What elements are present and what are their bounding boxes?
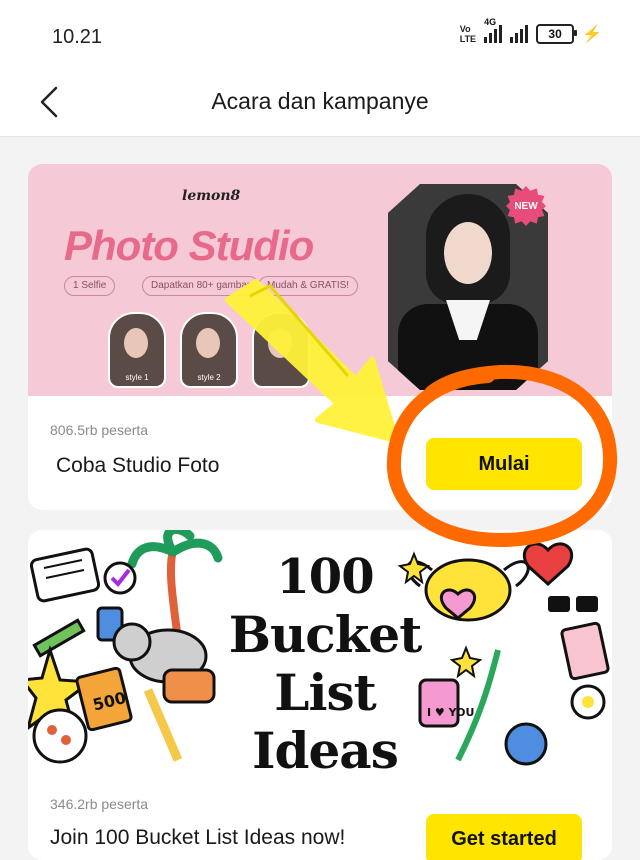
signal-bars-icon <box>484 25 503 43</box>
style-thumbnail <box>252 312 310 388</box>
banner-pill: Mudah & GRATIS! <box>258 276 359 296</box>
banner-headline: 100 Bucket List Ideas <box>228 549 423 770</box>
status-icons: Vo LTE 4G 30 ⚡ <box>459 17 602 44</box>
banner-headline: Photo Studio <box>64 222 314 269</box>
campaign-title: Coba Studio Foto <box>56 454 220 477</box>
banner-pill: 1 Selfie <box>64 276 116 296</box>
style-thumbnail: style 2 <box>180 312 238 388</box>
campaign-banner-bucket-list[interactable]: 500 I ♥ YOU 100 Bucket List Ideas <box>28 530 612 770</box>
start-button[interactable]: Mulai <box>426 438 582 490</box>
style-thumbnail: style 1 <box>108 312 166 388</box>
status-time: 10.21 <box>52 26 103 48</box>
lemon8-logo: lemon8 <box>182 188 241 204</box>
charging-bolt-icon: ⚡ <box>582 26 602 43</box>
volte-icon: Vo LTE <box>459 24 477 44</box>
app-bar: Acara dan kampanye <box>0 72 640 137</box>
get-started-button[interactable]: Get started <box>426 814 582 860</box>
signal-bars-icon <box>510 25 529 43</box>
campaign-title: Join 100 Bucket List Ideas now! <box>50 826 346 849</box>
page-title: Acara dan kampanye <box>211 88 429 114</box>
status-bar: 10.21 Vo LTE 4G 30 ⚡ <box>0 0 640 72</box>
participant-count: 346.2rb peserta <box>50 796 149 812</box>
battery-icon: 30 <box>536 24 578 44</box>
banner-pill: Dapatkan 80+ gambar <box>142 276 260 296</box>
campaign-banner-photo-studio[interactable]: lemon8 Photo Studio 1 Selfie Dapatkan 80… <box>28 164 612 396</box>
participant-count: 806.5rb peserta <box>50 422 149 438</box>
battery-level: 30 <box>548 27 562 41</box>
campaign-card-bucket-list[interactable]: 500 I ♥ YOU 100 Bucket List Ideas 346.2r… <box>28 530 612 860</box>
cellular-4g-icon: 4G <box>484 17 503 43</box>
campaign-card-photo-studio[interactable]: lemon8 Photo Studio 1 Selfie Dapatkan 80… <box>28 164 612 510</box>
